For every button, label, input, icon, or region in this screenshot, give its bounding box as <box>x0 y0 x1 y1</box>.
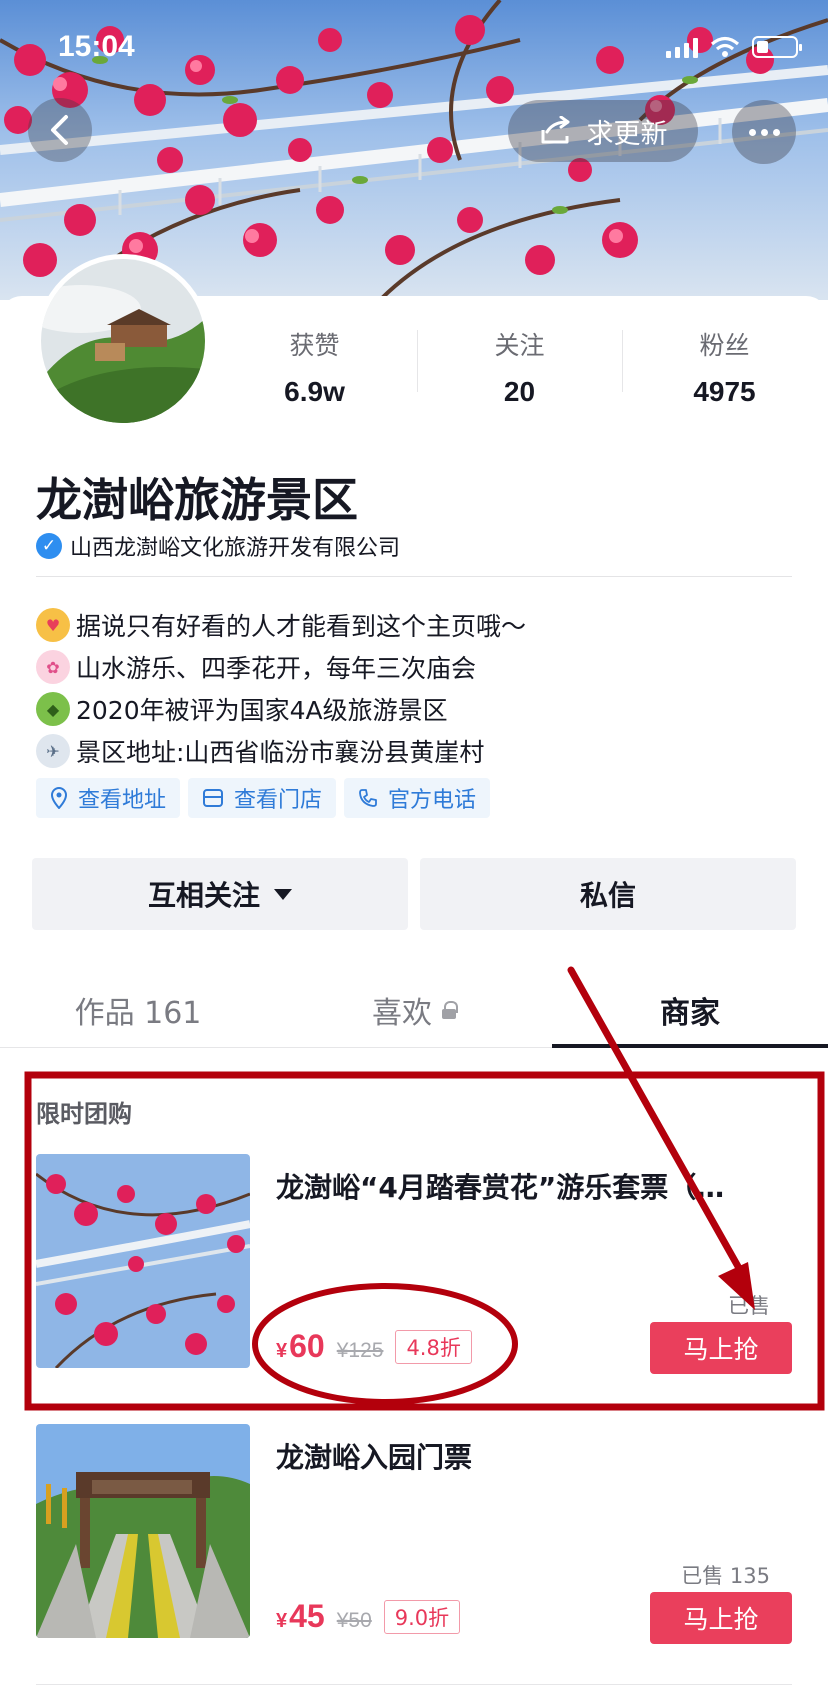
current-price: ¥60 <box>276 1328 325 1365</box>
product-card[interactable]: 龙澍峪入园门票 ¥45 ¥50 9.0折 已售 135 马上抢 <box>36 1424 796 1644</box>
buy-now-button[interactable]: 马上抢 <box>650 1322 792 1374</box>
bio-text: 2020年被评为国家4A级旅游景区 <box>76 696 448 725</box>
bio-line: ✿ 山水游乐、四季花开，每年三次庙会 <box>36 646 526 688</box>
verified-company-label: 山西龙澍峪文化旅游开发有限公司 <box>70 536 401 561</box>
message-label: 私信 <box>579 879 636 912</box>
official-phone-chip[interactable]: 官方电话 <box>344 778 491 818</box>
profile-chips: 查看地址 查看门店 官方电话 <box>36 778 491 818</box>
tab-label: 商家 <box>660 995 720 1031</box>
stat-following[interactable]: 关注 20 <box>417 326 622 408</box>
chip-label: 查看门店 <box>234 788 323 813</box>
price-value: 45 <box>289 1598 325 1634</box>
verified-company[interactable]: ✓ 山西龙澍峪文化旅游开发有限公司 <box>36 530 400 562</box>
tab-label: 喜欢 <box>372 995 432 1031</box>
stat-likes[interactable]: 获赞 6.9w <box>212 326 417 408</box>
divider <box>36 576 792 577</box>
sold-count: 已售 135 <box>681 1564 770 1588</box>
smiling-face-with-hearts-icon: ♥ <box>36 608 70 642</box>
message-button[interactable]: 私信 <box>420 858 796 930</box>
buy-now-button[interactable]: 马上抢 <box>650 1592 792 1644</box>
tab-likes[interactable]: 喜欢 <box>276 972 552 1047</box>
tab-merchant[interactable]: 商家 <box>552 972 828 1048</box>
bio-line: ✈ 景区地址:山西省临汾市襄汾县黄崖村 <box>36 730 526 772</box>
avatar[interactable] <box>36 254 210 428</box>
profile-bio: ♥ 据说只有好看的人才能看到这个主页哦～ ✿ 山水游乐、四季花开，每年三次庙会 … <box>36 604 526 772</box>
view-address-chip[interactable]: 查看地址 <box>36 778 181 818</box>
tab-works[interactable]: 作品 161 <box>0 972 276 1047</box>
chevron-left-icon <box>51 115 68 145</box>
mutual-follow-label: 互相关注 <box>147 879 260 912</box>
discount-badge: 4.8折 <box>395 1329 472 1364</box>
product-price: ¥60 ¥125 4.8折 <box>276 1328 472 1365</box>
avatar-image <box>41 259 205 423</box>
stat-value: 20 <box>503 376 536 407</box>
profile-name: 龙澍峪旅游景区 <box>36 473 358 527</box>
product-image[interactable] <box>36 1154 250 1368</box>
product-card[interactable]: 龙澍峪“4月踏春赏花”游乐套票（… ¥60 ¥125 4.8折 已售 马上抢 <box>36 1154 796 1374</box>
original-price: ¥50 <box>336 1609 372 1632</box>
bio-text: 据说只有好看的人才能看到这个主页哦～ <box>76 612 527 641</box>
back-button[interactable] <box>28 98 92 162</box>
stat-followers[interactable]: 粉丝 4975 <box>622 326 827 408</box>
bio-line: ♥ 据说只有好看的人才能看到这个主页哦～ <box>36 604 526 646</box>
bio-line: ◆ 2020年被评为国家4A级旅游景区 <box>36 688 526 730</box>
dragon-face-icon: ◆ <box>36 692 70 726</box>
product-price: ¥45 ¥50 9.0折 <box>276 1598 461 1635</box>
cherry-blossom-icon: ✿ <box>36 650 70 684</box>
more-dots-icon <box>748 128 756 136</box>
status-time: 15:04 <box>58 30 135 63</box>
bio-text: 景区地址:山西省临汾市襄汾县黄崖村 <box>76 738 485 767</box>
stat-value: 6.9w <box>284 376 345 407</box>
profile-tabs: 作品 161 喜欢 商家 <box>0 972 828 1048</box>
divider <box>36 1684 792 1685</box>
mutual-follow-button[interactable]: 互相关注 <box>32 858 408 930</box>
stat-label: 粉丝 <box>699 331 750 360</box>
status-icons <box>666 36 802 58</box>
caret-down-icon <box>274 888 292 900</box>
section-title: 限时团购 <box>36 1100 132 1128</box>
stat-label: 关注 <box>494 331 545 360</box>
wifi-icon <box>710 36 740 57</box>
request-update-button[interactable]: 求更新 <box>508 100 698 162</box>
currency-symbol: ¥ <box>276 1340 288 1362</box>
request-update-icon <box>541 116 569 144</box>
request-update-label: 求更新 <box>586 118 668 150</box>
currency-symbol: ¥ <box>276 1610 288 1632</box>
lock-icon <box>442 1000 458 1019</box>
chip-label: 查看地址 <box>78 788 167 813</box>
verified-check-icon: ✓ <box>36 533 62 559</box>
bio-text: 山水游乐、四季花开，每年三次庙会 <box>76 654 477 683</box>
location-pin-icon <box>50 787 68 809</box>
battery-icon <box>752 36 802 58</box>
phone-icon <box>359 789 377 807</box>
view-store-chip[interactable]: 查看门店 <box>188 778 337 818</box>
product-title[interactable]: 龙澍峪“4月踏春赏花”游乐套票（… <box>276 1166 786 1206</box>
original-price: ¥125 <box>336 1339 384 1362</box>
profile-actions: 互相关注 私信 <box>32 858 796 930</box>
product-image[interactable] <box>36 1424 250 1638</box>
price-value: 60 <box>289 1328 325 1364</box>
stat-label: 获赞 <box>289 331 340 360</box>
profile-stats: 获赞 6.9w 关注 20 粉丝 4975 <box>212 326 828 408</box>
more-button[interactable] <box>732 100 796 164</box>
discount-badge: 9.0折 <box>383 1599 461 1634</box>
current-price: ¥45 <box>276 1598 325 1635</box>
chip-label: 官方电话 <box>388 788 477 813</box>
stat-value: 4975 <box>693 376 756 407</box>
store-icon <box>203 789 224 807</box>
airplane-icon: ✈ <box>36 734 70 768</box>
product-title[interactable]: 龙澍峪入园门票 <box>276 1436 786 1476</box>
cellular-signal-icon <box>666 36 698 58</box>
sold-count: 已售 <box>728 1294 770 1318</box>
tab-label: 作品 161 <box>74 995 202 1031</box>
